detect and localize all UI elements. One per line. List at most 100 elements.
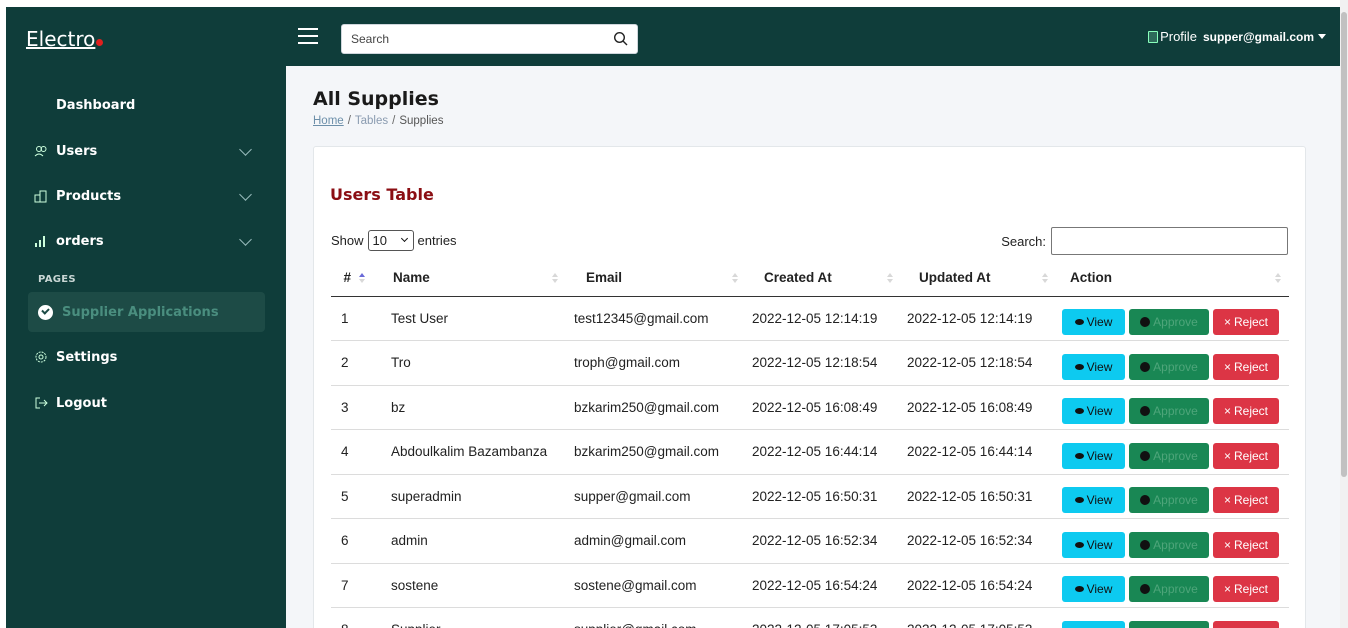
sidebar-item-products[interactable]: Products	[6, 177, 286, 215]
profile-menu[interactable]: Profile supper@gmail.com	[1148, 29, 1326, 44]
reject-button[interactable]: ×Reject	[1213, 531, 1279, 558]
brand-logo[interactable]: Electro	[26, 27, 104, 51]
sidebar-item-orders[interactable]: orders	[6, 222, 286, 260]
sidebar-item-settings[interactable]: Settings	[6, 338, 286, 376]
breadcrumb-tables-link[interactable]: Tables	[355, 115, 388, 127]
approve-button[interactable]: Approve	[1129, 398, 1209, 425]
view-button[interactable]: View	[1062, 531, 1125, 558]
entries-label: entries	[417, 233, 457, 248]
reject-button[interactable]: ×Reject	[1213, 309, 1279, 336]
approve-button[interactable]: Approve	[1129, 576, 1209, 603]
approve-button[interactable]: Approve	[1129, 442, 1209, 469]
sidebar-item-users[interactable]: Users	[6, 132, 286, 170]
sort-icon	[1275, 273, 1281, 283]
users-icon	[34, 146, 47, 157]
view-button[interactable]: View	[1062, 576, 1125, 603]
close-icon: ×	[1223, 493, 1231, 508]
view-button[interactable]: View	[1062, 620, 1125, 628]
top-gap	[0, 0, 1348, 7]
approve-button[interactable]: Approve	[1129, 487, 1209, 514]
cell-name: Supplier	[373, 607, 566, 628]
profile-alt-text: Profile	[1160, 29, 1197, 44]
table-row: 5 superadmin supper@gmail.com 2022-12-05…	[331, 474, 1289, 519]
sidebar-item-dashboard[interactable]: Dashboard	[6, 86, 286, 124]
eye-icon	[1074, 497, 1084, 504]
header-search-input[interactable]	[342, 25, 592, 53]
cell-updated: 2022-12-05 16:50:31	[901, 474, 1056, 519]
bar-chart-icon	[35, 236, 45, 247]
users-table: # Name Email Created At Updated At Actio…	[331, 260, 1289, 628]
close-icon: ×	[1223, 315, 1231, 330]
breadcrumb: Home / Tables / Supplies	[313, 115, 444, 127]
view-button[interactable]: View	[1062, 398, 1125, 425]
cell-email: test12345@gmail.com	[566, 296, 746, 341]
column-header-name[interactable]: Name	[373, 260, 566, 297]
approve-button[interactable]: Approve	[1129, 353, 1209, 380]
logout-icon	[35, 397, 48, 409]
approve-button[interactable]: Approve	[1129, 309, 1209, 336]
cell-name: sostene	[373, 563, 566, 608]
view-button[interactable]: View	[1062, 353, 1125, 380]
table-search-input[interactable]	[1051, 227, 1288, 255]
cell-created: 2022-12-05 16:08:49	[746, 385, 901, 430]
sidebar-item-label: Dashboard	[56, 97, 136, 113]
view-button[interactable]: View	[1062, 309, 1125, 336]
sort-icon	[552, 273, 558, 283]
table-body: 1 Test User test12345@gmail.com 2022-12-…	[331, 296, 1289, 628]
column-header-id[interactable]: #	[331, 260, 373, 297]
reject-button[interactable]: ×Reject	[1213, 620, 1279, 628]
cell-updated: 2022-12-05 16:08:49	[901, 385, 1056, 430]
table-row: 1 Test User test12345@gmail.com 2022-12-…	[331, 296, 1289, 341]
hamburger-menu-icon[interactable]	[298, 28, 318, 44]
cell-email: bzkarim250@gmail.com	[566, 429, 746, 475]
cell-actions: View Approve ×Reject	[1056, 607, 1289, 628]
top-navbar: Electro Profile supper@gmail.com	[6, 7, 1340, 66]
cell-name: Tro	[373, 340, 566, 386]
search-icon[interactable]	[613, 31, 629, 47]
reject-button[interactable]: ×Reject	[1213, 398, 1279, 425]
eye-icon	[1074, 319, 1084, 326]
cell-updated: 2022-12-05 17:05:53	[901, 607, 1056, 628]
sidebar-section-label: PAGES	[38, 274, 76, 285]
eye-icon	[1074, 363, 1084, 370]
reject-button[interactable]: ×Reject	[1213, 353, 1279, 380]
check-circle-icon	[1140, 317, 1151, 328]
column-header-updated[interactable]: Updated At	[901, 260, 1056, 297]
reject-button[interactable]: ×Reject	[1213, 442, 1279, 469]
page-scrollbar[interactable]	[1340, 0, 1348, 628]
check-circle-icon	[38, 304, 53, 320]
breadcrumb-home-link[interactable]: Home	[313, 115, 344, 127]
sidebar-item-supplier-applications[interactable]: Supplier Applications	[28, 292, 265, 332]
column-header-email[interactable]: Email	[566, 260, 746, 297]
reject-button[interactable]: ×Reject	[1213, 487, 1279, 514]
approve-button[interactable]: Approve	[1129, 531, 1209, 558]
cell-id: 2	[331, 340, 373, 386]
close-icon: ×	[1223, 537, 1231, 552]
chevron-down-icon	[239, 143, 252, 156]
cell-id: 8	[331, 607, 373, 628]
sort-icon	[732, 273, 738, 283]
cell-actions: View Approve ×Reject	[1056, 296, 1289, 341]
eye-icon	[1074, 541, 1084, 548]
check-circle-icon	[1140, 584, 1151, 595]
entries-select[interactable]: 10	[367, 230, 414, 251]
column-header-created[interactable]: Created At	[746, 260, 901, 297]
reject-button[interactable]: ×Reject	[1213, 576, 1279, 603]
approve-button[interactable]: Approve	[1129, 620, 1209, 628]
cell-actions: View Approve ×Reject	[1056, 429, 1289, 475]
table-header-row: # Name Email Created At Updated At Actio…	[331, 260, 1289, 297]
scrollbar-thumb[interactable]	[1341, 12, 1347, 477]
column-header-action[interactable]: Action	[1056, 260, 1289, 297]
cell-actions: View Approve ×Reject	[1056, 563, 1289, 608]
cell-id: 7	[331, 563, 373, 608]
cell-email: bzkarim250@gmail.com	[566, 385, 746, 430]
cell-updated: 2022-12-05 12:18:54	[901, 340, 1056, 386]
cell-email: supper@gmail.com	[566, 474, 746, 519]
cell-actions: View Approve ×Reject	[1056, 385, 1289, 430]
sort-icon	[1042, 273, 1048, 283]
view-button[interactable]: View	[1062, 442, 1125, 469]
sidebar-item-logout[interactable]: Logout	[6, 384, 286, 422]
table-row: 6 admin admin@gmail.com 2022-12-05 16:52…	[331, 518, 1289, 564]
chevron-down-icon	[239, 188, 252, 201]
view-button[interactable]: View	[1062, 487, 1125, 514]
